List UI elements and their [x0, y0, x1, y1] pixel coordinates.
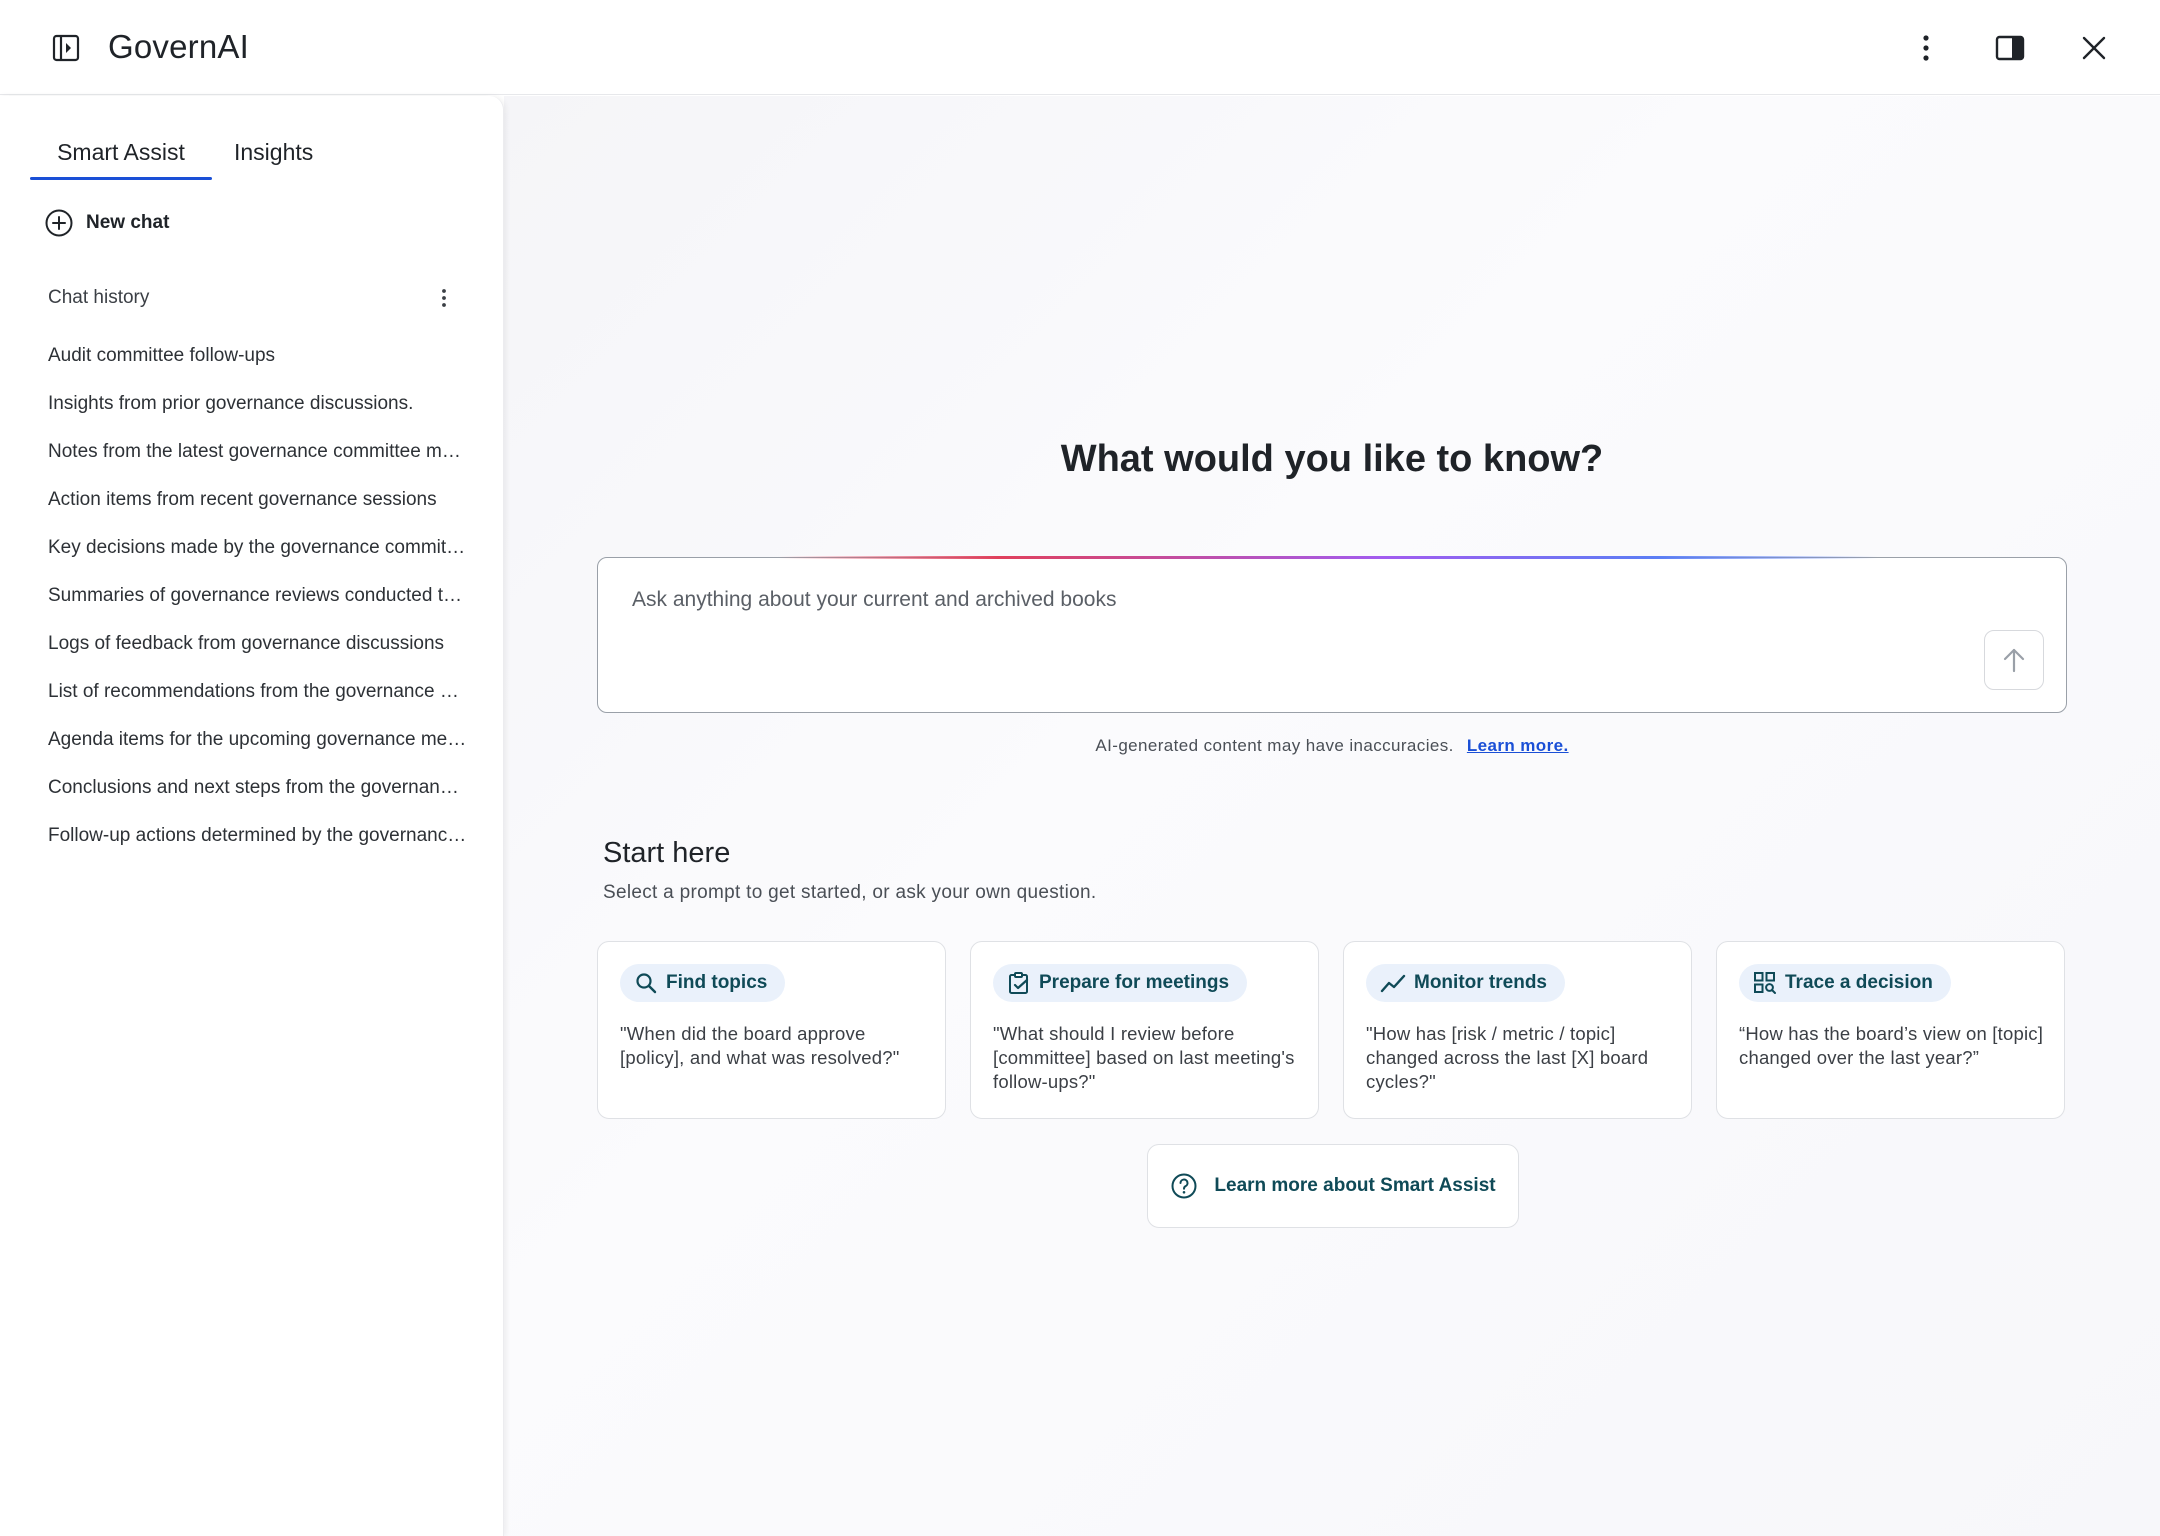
chat-history-more-button[interactable]	[430, 284, 458, 312]
kebab-icon	[1923, 35, 1929, 61]
chat-history-item[interactable]: Logs of feedback from governance discuss…	[48, 620, 468, 668]
prompt-text: "How has [risk / metric / topic] changed…	[1366, 1023, 1649, 1092]
chip-label: Find topics	[666, 972, 768, 993]
chat-history-item[interactable]: Action items from recent governance sess…	[48, 476, 468, 524]
side-panel-button[interactable]	[1986, 24, 2034, 72]
prompt-text: "What should I review before [committee]…	[993, 1023, 1295, 1092]
learn-more-link[interactable]: Learn more.	[1467, 736, 1569, 755]
chip-label: Prepare for meetings	[1039, 972, 1230, 993]
chat-history-item[interactable]: Summaries of governance reviews conducte…	[48, 572, 468, 620]
close-button[interactable]	[2070, 24, 2118, 72]
chat-history-header: Chat history	[48, 282, 458, 314]
chat-history-item[interactable]: Audit committee follow-ups	[48, 332, 468, 380]
prompt-chip: Trace a decision	[1739, 964, 1951, 1002]
plus-circle-icon	[45, 209, 73, 237]
panel-toggle-icon	[52, 34, 80, 62]
prompt-cards: Find topics "When did the board approve …	[597, 941, 2067, 1119]
arrow-up-icon	[2003, 648, 2025, 673]
kebab-icon	[442, 289, 446, 307]
prompt-text: "When did the board approve [policy], an…	[620, 1023, 900, 1068]
active-tab-indicator	[30, 177, 212, 180]
main-content: What would you like to know? AI-generate…	[504, 96, 2160, 1536]
tab-smart-assist[interactable]: Smart Assist	[30, 132, 212, 180]
chat-history-item[interactable]: Conclusions and next steps from the gove…	[48, 764, 468, 812]
chat-history-item[interactable]: Key decisions made by the governance com…	[48, 524, 468, 572]
prompt-text: “How has the board’s view on [topic] cha…	[1739, 1023, 2044, 1068]
learn-more-smart-assist-button[interactable]: Learn more about Smart Assist	[1147, 1144, 1519, 1228]
new-chat-label: New chat	[86, 212, 170, 233]
sidebar-toggle-button[interactable]	[42, 24, 90, 72]
ai-disclaimer: AI-generated content may have inaccuraci…	[504, 736, 2160, 756]
chat-history-list: Audit committee follow-ups Insights from…	[48, 332, 468, 860]
ask-box	[597, 556, 2067, 713]
new-chat-button[interactable]: New chat	[44, 206, 169, 240]
close-icon	[2082, 36, 2106, 60]
app-title: GovernAI	[108, 28, 249, 65]
prompt-chip: Prepare for meetings	[993, 964, 1248, 1002]
search-icon	[636, 973, 657, 994]
start-here-subtitle: Select a prompt to get started, or ask y…	[603, 882, 1097, 903]
trend-line-icon	[1380, 974, 1406, 993]
chat-history-item[interactable]: Insights from prior governance discussio…	[48, 380, 468, 428]
prompt-card-monitor-trends[interactable]: Monitor trends "How has [risk / metric /…	[1343, 941, 1692, 1119]
sidebar-tabs: Smart Assist Insights	[30, 132, 321, 180]
chip-label: Monitor trends	[1414, 972, 1547, 993]
chat-history-item[interactable]: Agenda items for the upcoming governance…	[48, 716, 468, 764]
prompt-card-trace-decision[interactable]: Trace a decision “How has the board’s vi…	[1716, 941, 2065, 1119]
prompt-card-find-topics[interactable]: Find topics "When did the board approve …	[597, 941, 946, 1119]
chat-history-item[interactable]: List of recommendations from the governa…	[48, 668, 468, 716]
ask-input[interactable]	[632, 580, 1932, 620]
tab-label: Insights	[234, 139, 314, 165]
send-button[interactable]	[1984, 630, 2044, 690]
page-title: What would you like to know?	[1060, 438, 1604, 480]
chip-label: Trace a decision	[1785, 972, 1933, 993]
clipboard-check-icon	[1009, 972, 1029, 994]
grid-search-icon	[1754, 972, 1776, 994]
chat-history-item[interactable]: Follow-up actions determined by the gove…	[48, 812, 468, 860]
input-glow-accent	[778, 556, 1878, 559]
tab-insights[interactable]: Insights	[226, 132, 321, 172]
start-here-title: Start here	[603, 837, 731, 869]
help-circle-icon	[1171, 1173, 1197, 1199]
app-window: GovernAI Smart Assist Insights New chat …	[0, 0, 2160, 1536]
tab-label: Smart Assist	[57, 139, 185, 165]
learn-more-label: Learn more about Smart Assist	[1214, 1175, 1496, 1196]
more-options-button[interactable]	[1902, 24, 1950, 72]
app-header: GovernAI	[0, 0, 2160, 95]
prompt-chip: Find topics	[620, 964, 786, 1002]
chat-history-item[interactable]: Notes from the latest governance committ…	[48, 428, 468, 476]
chat-history-title: Chat history	[48, 287, 150, 308]
prompt-chip: Monitor trends	[1366, 964, 1565, 1002]
sidebar: Smart Assist Insights New chat Chat hist…	[0, 96, 504, 1536]
prompt-card-prepare-meetings[interactable]: Prepare for meetings "What should I revi…	[970, 941, 1319, 1119]
disclaimer-text: AI-generated content may have inaccuraci…	[1095, 736, 1454, 755]
side-panel-icon	[1995, 35, 2025, 61]
